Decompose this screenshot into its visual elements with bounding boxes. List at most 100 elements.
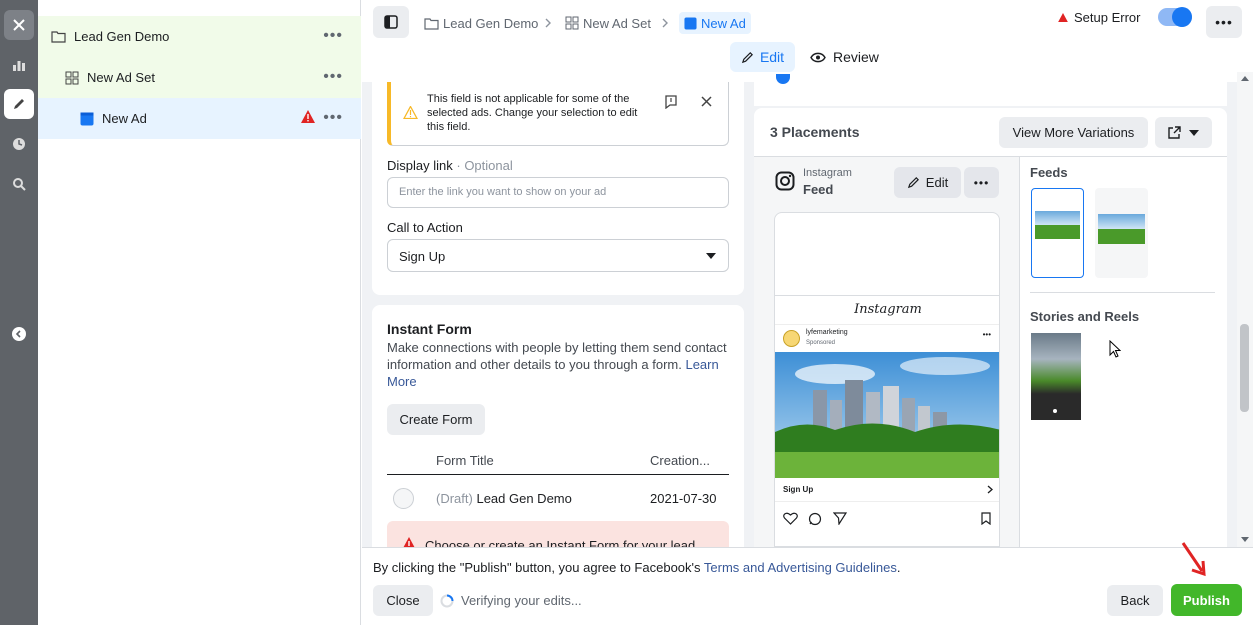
close-icon[interactable] bbox=[701, 96, 712, 107]
tree-item-label: New Ad bbox=[102, 111, 147, 126]
feedback-icon[interactable] bbox=[664, 95, 678, 109]
ad-icon bbox=[684, 16, 697, 30]
chevron-left-icon[interactable] bbox=[4, 319, 34, 349]
terms-link[interactable]: Terms and Advertising Guidelines bbox=[704, 560, 897, 575]
col-creation: Creation... bbox=[650, 453, 710, 468]
close-button[interactable]: Close bbox=[373, 585, 433, 616]
sidebar-toggle-icon[interactable] bbox=[373, 6, 409, 38]
instagram-phone-mock: Instagram lyfemarketing Sponsored ••• Si… bbox=[774, 212, 1000, 547]
breadcrumb-adset[interactable]: New Ad Set bbox=[565, 12, 651, 34]
tree-item-label: New Ad Set bbox=[87, 70, 155, 85]
tab-edit[interactable]: Edit bbox=[730, 42, 795, 72]
error-icon bbox=[301, 110, 315, 123]
tree-item-ad[interactable]: New Ad ••• bbox=[38, 98, 361, 139]
table-row[interactable]: (Draft) Lead Gen Demo 2021-07-30 bbox=[387, 480, 729, 516]
eye-icon bbox=[810, 52, 826, 63]
breadcrumb-label: Lead Gen Demo bbox=[443, 15, 539, 31]
warning-icon bbox=[403, 106, 418, 119]
open-preview-button[interactable] bbox=[1155, 117, 1212, 148]
tree-item-label: Lead Gen Demo bbox=[74, 29, 170, 44]
breadcrumb-label: New Ad bbox=[701, 15, 746, 31]
placements-title: 3 Placements bbox=[770, 124, 860, 140]
red-arrow-annotation-icon bbox=[1180, 540, 1208, 578]
table-divider bbox=[387, 474, 729, 475]
close-icon[interactable] bbox=[4, 10, 34, 40]
instant-form-title: Instant Form bbox=[387, 321, 472, 337]
radio-button[interactable] bbox=[393, 488, 414, 509]
pencil-icon[interactable] bbox=[4, 89, 34, 119]
more-icon[interactable]: ••• bbox=[964, 167, 999, 198]
display-link-input[interactable]: Enter the link you want to show on your … bbox=[387, 177, 729, 208]
ad-image bbox=[775, 352, 999, 478]
error-icon bbox=[1058, 13, 1068, 22]
tree-item-campaign[interactable]: Lead Gen Demo ••• bbox=[38, 16, 361, 57]
breadcrumb-campaign[interactable]: Lead Gen Demo bbox=[424, 12, 538, 34]
edit-placement-button[interactable]: Edit bbox=[894, 167, 961, 198]
top-bar: Lead Gen Demo New Ad Set New Ad Setup Er… bbox=[362, 0, 1253, 82]
setup-error-status[interactable]: Setup Error bbox=[1058, 10, 1140, 25]
chevron-right-icon bbox=[987, 485, 993, 494]
placement-label: Feed bbox=[803, 182, 834, 197]
publish-button[interactable]: Publish bbox=[1171, 584, 1242, 616]
clock-icon[interactable] bbox=[4, 129, 34, 159]
share-icon bbox=[833, 512, 847, 525]
chevron-right-icon bbox=[544, 12, 552, 34]
tab-label: Review bbox=[833, 49, 879, 65]
warning-banner: This field is not applicable for some of… bbox=[387, 82, 729, 146]
back-button[interactable]: Back bbox=[1107, 585, 1163, 616]
form-date-cell: 2021-07-30 bbox=[650, 491, 717, 506]
more-icon[interactable]: ••• bbox=[323, 68, 343, 86]
preview-card: 3 Placements View More Variations Instag… bbox=[754, 108, 1227, 547]
form-error-banner: Choose or create an Instant Form for you… bbox=[387, 521, 729, 547]
breadcrumb-ad[interactable]: New Ad bbox=[679, 12, 751, 34]
chart-icon[interactable] bbox=[4, 50, 34, 80]
cta-value: Sign Up bbox=[399, 249, 446, 264]
form-error-text: Choose or create an Instant Form for you… bbox=[425, 538, 696, 547]
more-icon[interactable]: ••• bbox=[323, 27, 343, 45]
create-form-button[interactable]: Create Form bbox=[387, 404, 485, 435]
pencil-icon bbox=[907, 176, 920, 189]
feed-preview-area: Instagram Feed Edit ••• Instagram lyfema… bbox=[754, 157, 1019, 547]
cta-select[interactable]: Sign Up bbox=[387, 239, 729, 272]
col-form-title: Form Title bbox=[436, 453, 494, 468]
more-icon[interactable]: ••• bbox=[1206, 6, 1242, 38]
pencil-icon bbox=[741, 51, 754, 64]
error-icon bbox=[402, 537, 416, 547]
feed-thumbnail[interactable] bbox=[1095, 188, 1148, 278]
folder-icon bbox=[424, 17, 439, 30]
ad-creative-card: This field is not applicable for some of… bbox=[372, 82, 744, 295]
form-name-cell: (Draft) Lead Gen Demo bbox=[436, 491, 572, 506]
setup-error-label: Setup Error bbox=[1074, 10, 1141, 25]
comment-icon bbox=[808, 512, 822, 526]
mouse-cursor-icon bbox=[1109, 340, 1121, 358]
verifying-status: Verifying your edits... bbox=[440, 593, 582, 608]
stories-thumbnail[interactable] bbox=[1031, 333, 1081, 420]
bookmark-icon bbox=[981, 512, 991, 525]
ig-cta-bar: Sign Up bbox=[775, 478, 999, 502]
instagram-wordmark: Instagram bbox=[775, 295, 999, 325]
preview-top-strip bbox=[754, 74, 1227, 106]
zoom-icon[interactable] bbox=[4, 169, 34, 199]
external-link-icon bbox=[1168, 126, 1181, 139]
platform-label: Instagram bbox=[803, 167, 852, 179]
more-icon: ••• bbox=[982, 330, 991, 339]
chevron-right-icon bbox=[661, 12, 669, 34]
ig-cta-label: Sign Up bbox=[783, 485, 814, 494]
avatar bbox=[783, 330, 800, 347]
main-panel: Lead Gen Demo New Ad Set New Ad Setup Er… bbox=[362, 0, 1253, 625]
folder-icon bbox=[51, 30, 66, 43]
ad-toggle[interactable] bbox=[1158, 7, 1192, 27]
tab-review[interactable]: Review bbox=[810, 42, 879, 72]
campaign-tree: Lead Gen Demo ••• New Ad Set ••• New Ad … bbox=[38, 0, 361, 625]
caret-down-icon bbox=[706, 253, 716, 259]
feed-thumbnail-selected[interactable] bbox=[1031, 188, 1084, 278]
tab-label: Edit bbox=[759, 49, 785, 65]
instagram-icon bbox=[775, 171, 795, 191]
footer: By clicking the "Publish" button, you ag… bbox=[362, 542, 1253, 625]
more-icon[interactable]: ••• bbox=[323, 109, 343, 127]
view-more-variations-button[interactable]: View More Variations bbox=[999, 117, 1148, 148]
display-link-label: Display link · Optional bbox=[387, 158, 513, 173]
tree-item-adset[interactable]: New Ad Set ••• bbox=[38, 57, 361, 98]
scrollbar[interactable] bbox=[1237, 72, 1253, 547]
ig-sponsored: Sponsored bbox=[806, 340, 836, 346]
